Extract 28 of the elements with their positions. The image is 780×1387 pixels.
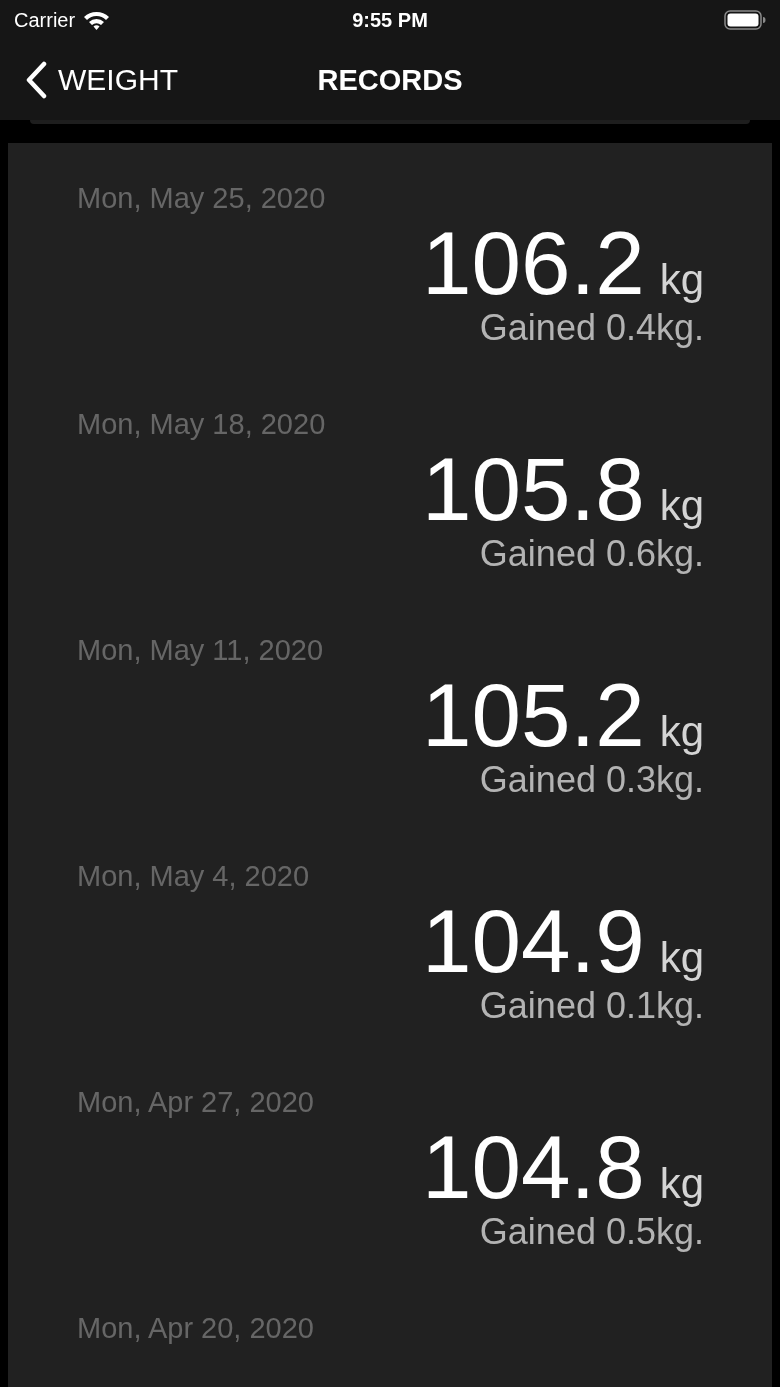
weight-value: 104.8 <box>421 1122 645 1212</box>
weight-unit: kg <box>659 483 704 529</box>
chevron-left-icon <box>24 61 48 99</box>
page-title: RECORDS <box>317 63 463 97</box>
weight-unit: kg <box>659 709 704 755</box>
record-date: Mon, May 11, 2020 <box>77 633 324 667</box>
weight-value: 106.2 <box>421 218 645 308</box>
wifi-icon <box>83 10 111 30</box>
weight-unit: kg <box>659 1161 704 1207</box>
weight-change: Gained 0.6kg. <box>479 534 704 574</box>
record-date: Mon, May 25, 2020 <box>77 181 326 215</box>
weight-change: Gained 0.5kg. <box>479 1212 704 1252</box>
status-time: 9:55 PM <box>352 8 428 32</box>
weight-unit: kg <box>659 257 704 303</box>
weight-change: Gained 0.4kg. <box>479 308 704 348</box>
weight-value: 105.8 <box>421 444 645 534</box>
record-date: Mon, Apr 27, 2020 <box>77 1085 314 1119</box>
record-date: Mon, May 18, 2020 <box>77 407 326 441</box>
record-date: Mon, Apr 20, 2020 <box>77 1311 314 1345</box>
weight-change: Gained 0.1kg. <box>479 986 704 1026</box>
carrier-label: Carrier <box>14 8 76 32</box>
record-date: Mon, May 4, 2020 <box>77 859 310 893</box>
weight-change: Gained 0.3kg. <box>479 760 704 800</box>
back-button[interactable]: WEIGHT <box>24 61 178 99</box>
weight-value: 105.2 <box>421 670 645 760</box>
battery-icon <box>724 10 766 30</box>
weight-unit: kg <box>659 935 704 981</box>
weight-value: 104.9 <box>421 896 645 986</box>
